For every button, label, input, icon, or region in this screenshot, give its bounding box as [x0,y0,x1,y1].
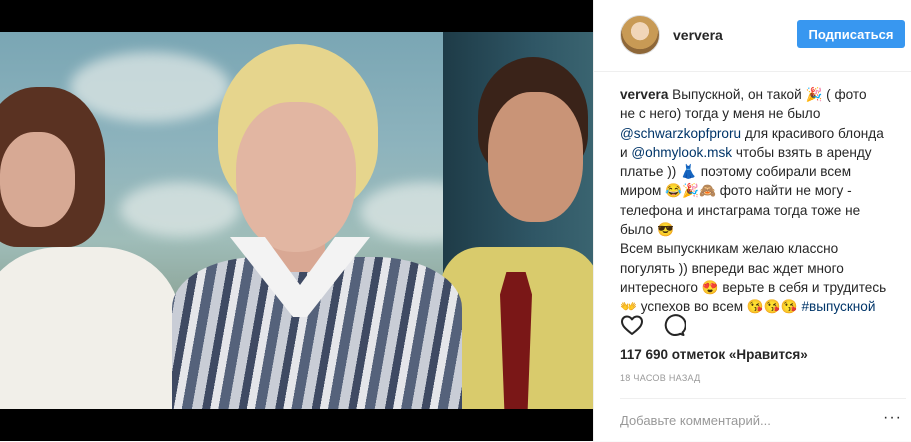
comment-form: ··· [620,398,906,442]
heart-outline-icon[interactable] [620,313,644,337]
caption-username[interactable]: ververa [620,87,668,102]
person-left-blouse [0,247,180,409]
caption-text: миром 😂🎉🙈 фото найти не могу - [620,183,852,199]
post-actions [620,313,686,339]
mention-link[interactable]: @schwarzkopfproru [620,126,741,141]
post-photo[interactable] [0,32,593,409]
hashtag-link[interactable]: #выпускной [801,299,875,314]
post-sidebar: ververa Подписаться ververa Выпускной, о… [593,0,911,441]
caption-text: погулять )) впереди вас ждет много [620,260,844,276]
caption-text: чтобы взять в аренду [732,144,872,160]
person-left-face [0,132,75,227]
caption-text: телефона и инстаграма тогда тоже не [620,202,861,218]
post-media[interactable] [0,0,593,441]
person-right-face [488,92,583,222]
follow-button[interactable]: Подписаться [797,20,905,48]
instagram-post-modal: ververa Подписаться ververa Выпускной, о… [0,0,911,441]
photo-cloud [120,182,240,237]
caption-text: Всем выпускникам желаю классно [620,241,839,257]
caption-text: для красивого блонда [741,125,884,141]
comment-input[interactable] [620,409,870,431]
post-username[interactable]: ververa [673,27,723,43]
speech-bubble-icon[interactable] [662,313,686,337]
caption-text: интересного 😍 верьте в себя и трудитесь [620,279,887,295]
post-caption: ververa Выпускной, он такой 🎉 ( фото не … [620,85,906,317]
likes-count[interactable]: 117 690 отметок «Нравится» [620,347,808,362]
post-header: ververa Подписаться [594,0,911,72]
caption-text: Выпускной, он такой 🎉 ( фото [668,87,867,102]
post-timestamp[interactable]: 18 ЧАСОВ НАЗАД [620,373,701,383]
caption-text: было 😎 [620,222,674,238]
more-options-icon[interactable]: ··· [883,409,902,427]
photo-cloud [70,52,230,122]
avatar[interactable] [620,15,660,55]
caption-text: не с него) тогда у меня не было [620,106,821,122]
person-middle-face [236,102,356,252]
caption-text: платье )) 👗 поэтому собирали всем [620,164,852,180]
caption-text: и [620,144,632,160]
mention-link[interactable]: @ohmylook.msk [631,145,732,160]
person-right-tie [500,272,532,409]
